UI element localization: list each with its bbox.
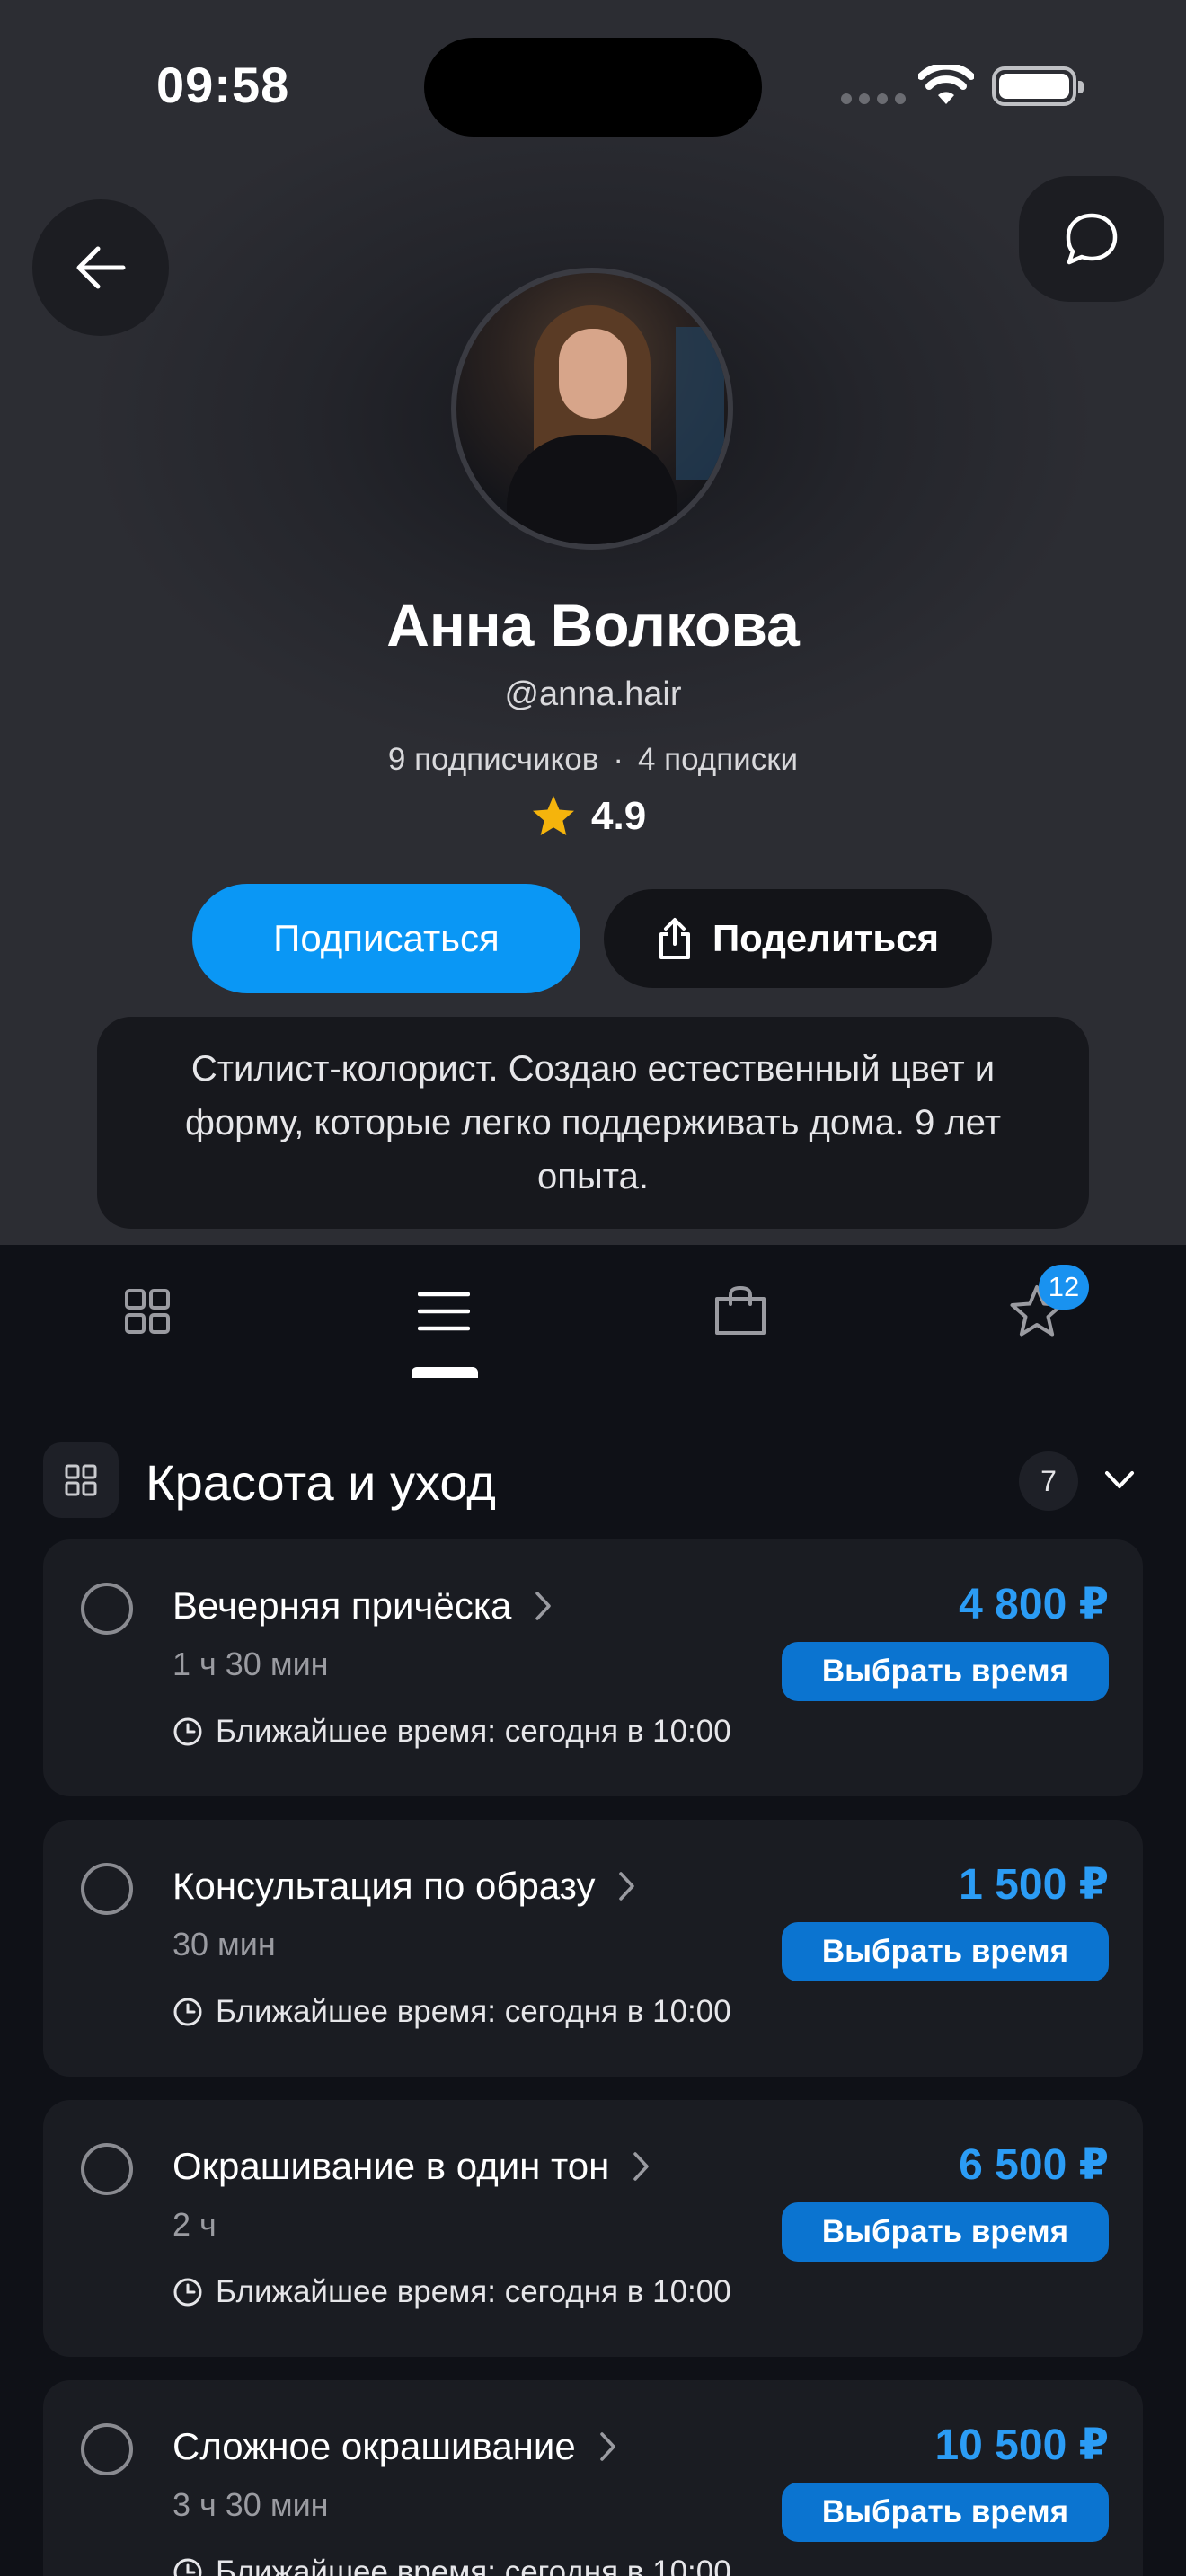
status-time: 09:58 xyxy=(156,57,290,113)
section-title: Красота и уход xyxy=(146,1454,496,1511)
service-radio[interactable] xyxy=(81,1583,133,1635)
grid-icon xyxy=(65,1464,97,1496)
service-card[interactable]: Консультация по образу 30 мин Ближайшее … xyxy=(43,1820,1143,2077)
service-card[interactable]: Окрашивание в один тон 2 ч Ближайшее вре… xyxy=(43,2100,1143,2357)
signal-icon xyxy=(841,93,906,104)
choose-time-button[interactable]: Выбрать время xyxy=(782,1922,1109,1981)
service-duration: 1 ч 30 мин xyxy=(173,1645,329,1682)
service-price: 10 500 ₽ xyxy=(934,2422,1109,2469)
service-price: 1 500 ₽ xyxy=(959,1861,1109,1909)
service-card[interactable]: Сложное окрашивание 3 ч 30 мин Ближайшее… xyxy=(43,2380,1143,2576)
bag-icon xyxy=(715,1286,766,1335)
section-count: 7 xyxy=(1019,1451,1078,1511)
rating: 4.9 xyxy=(530,794,646,839)
chevron-down-icon[interactable] xyxy=(1102,1462,1137,1498)
profile-bio: Стилист-колорист. Создаю естественный цв… xyxy=(97,1017,1089,1229)
tab-shop[interactable] xyxy=(708,1279,773,1344)
service-title[interactable]: Консультация по образу xyxy=(173,1865,636,1908)
wifi-icon xyxy=(918,65,974,104)
choose-time-button[interactable]: Выбрать время xyxy=(782,2483,1109,2542)
service-duration: 3 ч 30 мин xyxy=(173,2486,329,2523)
service-radio[interactable] xyxy=(81,2143,133,2195)
clock-icon xyxy=(173,1717,202,1746)
service-radio[interactable] xyxy=(81,2423,133,2475)
star-filled-icon xyxy=(533,796,574,835)
chevron-right-icon xyxy=(599,2432,615,2461)
service-slot-text: Ближайшее время: сегодня в 10:00 xyxy=(216,2274,731,2309)
avatar xyxy=(451,268,733,550)
arrow-left-icon xyxy=(76,246,126,289)
service-title[interactable]: Вечерняя причёска xyxy=(173,1584,553,1628)
clock-icon xyxy=(173,2278,202,2307)
favorites-badge: 12 xyxy=(1039,1265,1089,1310)
service-title[interactable]: Сложное окрашивание xyxy=(173,2425,617,2468)
back-button[interactable] xyxy=(32,199,169,336)
service-title-text: Вечерняя причёска xyxy=(173,1584,512,1627)
service-slot: Ближайшее время: сегодня в 10:00 xyxy=(173,1994,731,2030)
tab-list[interactable] xyxy=(412,1279,476,1344)
service-price: 4 800 ₽ xyxy=(959,1581,1109,1628)
followers-count[interactable]: 9 подписчиков xyxy=(388,742,598,777)
chevron-right-icon xyxy=(619,1872,635,1901)
service-slot-text: Ближайшее время: сегодня в 10:00 xyxy=(216,1714,731,1749)
service-slot: Ближайшее время: сегодня в 10:00 xyxy=(173,1714,731,1750)
service-slot-text: Ближайшее время: сегодня в 10:00 xyxy=(216,2554,731,2576)
stats-separator: · xyxy=(613,742,624,777)
service-title-text: Сложное окрашивание xyxy=(173,2425,576,2467)
service-title[interactable]: Окрашивание в один тон xyxy=(173,2145,651,2188)
service-slot: Ближайшее время: сегодня в 10:00 xyxy=(173,2554,731,2576)
battery-icon xyxy=(992,66,1084,106)
grid-icon xyxy=(125,1289,170,1334)
service-price: 6 500 ₽ xyxy=(959,2141,1109,2189)
chevron-right-icon xyxy=(535,1592,552,1620)
choose-time-button[interactable]: Выбрать время xyxy=(782,2202,1109,2262)
service-title-text: Окрашивание в один тон xyxy=(173,2145,610,2187)
service-card[interactable]: Вечерняя причёска 1 ч 30 мин Ближайшее в… xyxy=(43,1539,1143,1796)
service-slot-text: Ближайшее время: сегодня в 10:00 xyxy=(216,1994,731,2029)
service-slot: Ближайшее время: сегодня в 10:00 xyxy=(173,2274,731,2310)
share-button[interactable]: Поделиться xyxy=(604,889,992,988)
share-label: Поделиться xyxy=(712,917,940,959)
profile-stats: 9 подписчиков · 4 подписки xyxy=(0,742,1186,778)
rating-value: 4.9 xyxy=(591,794,647,838)
list-icon xyxy=(418,1292,470,1331)
tab-active-indicator xyxy=(412,1367,478,1378)
profile-handle: @anna.hair xyxy=(504,675,682,713)
service-duration: 2 ч xyxy=(173,2206,217,2243)
tab-grid[interactable] xyxy=(115,1279,180,1344)
share-icon xyxy=(659,918,690,959)
profile-name: Анна Волкова xyxy=(386,592,800,658)
dynamic-island xyxy=(424,38,762,137)
clock-icon xyxy=(173,2558,202,2576)
chevron-right-icon xyxy=(633,2152,650,2181)
service-radio[interactable] xyxy=(81,1863,133,1915)
choose-time-button[interactable]: Выбрать время xyxy=(782,1642,1109,1701)
chat-button[interactable] xyxy=(1019,176,1164,302)
subscribe-button[interactable]: Подписаться xyxy=(192,884,580,993)
following-count[interactable]: 4 подписки xyxy=(638,742,798,777)
profile-header: 09:58 Анна Волкова @anna.hair 9 подписчи… xyxy=(0,0,1186,1245)
service-duration: 30 мин xyxy=(173,1926,276,1963)
service-title-text: Консультация по образу xyxy=(173,1865,596,1907)
clock-icon xyxy=(173,1998,202,2026)
chat-bubble-icon xyxy=(1066,213,1118,265)
category-icon-button[interactable] xyxy=(43,1442,119,1518)
